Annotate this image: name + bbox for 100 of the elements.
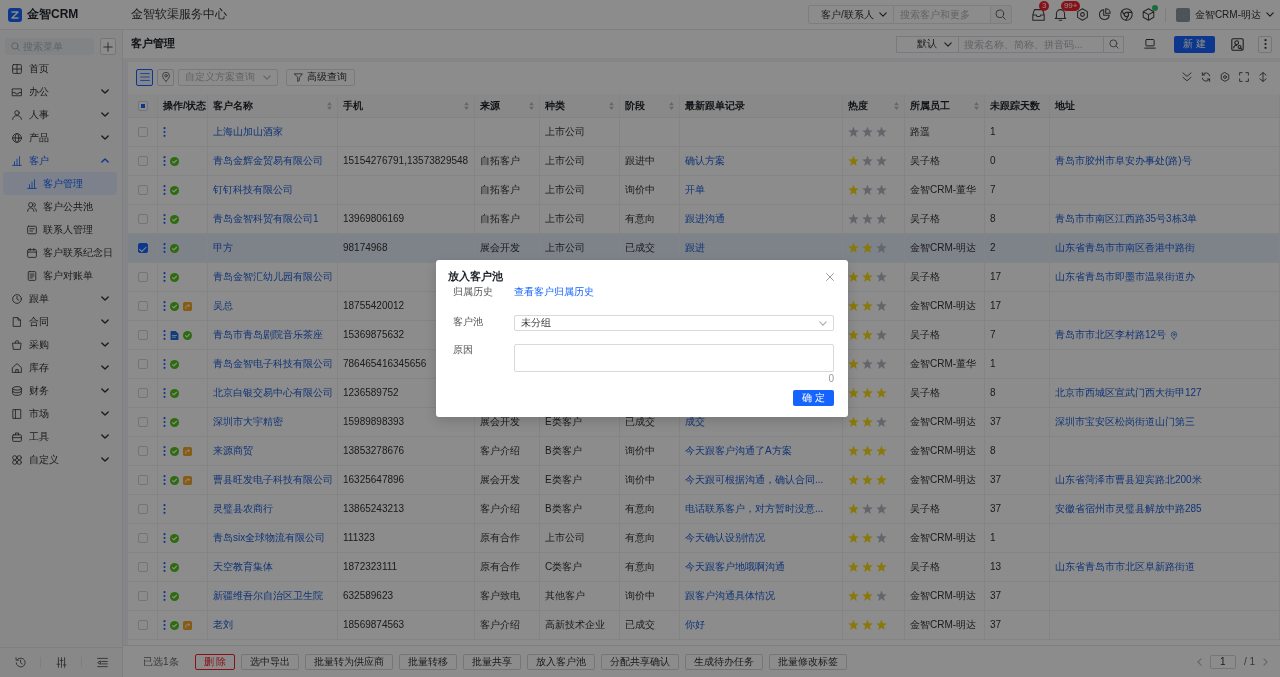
nav-item[interactable]: 采购 <box>0 333 122 356</box>
customer-name-link[interactable]: 新疆维吾尔自治区卫生院 <box>213 590 323 602</box>
customer-name-link[interactable]: 青岛金智电子科技有限公司 <box>213 358 333 370</box>
nav-item[interactable]: 工具 <box>0 425 122 448</box>
cube-icon[interactable] <box>1141 8 1155 21</box>
follow-up-link[interactable]: 确认方案 <box>685 155 725 167</box>
confirm-button[interactable]: 确 定 <box>793 390 834 406</box>
nav-item[interactable]: 客户公共池 <box>3 195 117 218</box>
row-checkbox[interactable] <box>137 243 148 253</box>
address-link[interactable]: 青岛市市北区李村路12号 <box>1055 329 1167 341</box>
nav-item[interactable]: 市场 <box>0 402 122 425</box>
edit-tags-button[interactable]: 批量修改标签 <box>769 653 848 670</box>
address-link[interactable]: 深圳市宝安区松岗街道山门第三 <box>1055 416 1195 428</box>
address-link[interactable]: 青岛市胶州市阜安办事处(路)号 <box>1055 155 1192 167</box>
nav-item[interactable]: 客户联系纪念日 <box>3 241 117 264</box>
customer-name-link[interactable]: 老刘 <box>213 619 233 631</box>
customer-name-link[interactable]: 青岛金智汇幼儿园有限公司 <box>213 271 333 283</box>
chevron-left-icon[interactable] <box>1196 657 1202 666</box>
customer-name-link[interactable]: 青岛six全球物流有限公司 <box>213 532 326 544</box>
more-icon[interactable] <box>163 127 166 137</box>
sliders-icon[interactable] <box>55 657 67 668</box>
more-icon[interactable] <box>163 533 166 543</box>
location-pin-icon[interactable] <box>1170 330 1179 340</box>
avatar-placeholder[interactable] <box>1175 7 1190 22</box>
laptop-icon[interactable] <box>1144 38 1157 50</box>
follow-up-link[interactable]: 今天跟可根据沟通，确认合同... <box>685 474 824 486</box>
more-icon[interactable] <box>163 504 166 514</box>
customer-name-link[interactable]: 北京白银交易中心有限公司 <box>213 387 333 399</box>
chevron-right-icon[interactable] <box>1263 657 1268 666</box>
more-icon[interactable] <box>163 359 166 369</box>
view-select[interactable]: 默认 <box>896 35 959 53</box>
nav-item[interactable]: 跟单 <box>0 287 122 310</box>
nav-item[interactable]: 人事 <box>0 103 122 126</box>
close-icon[interactable] <box>826 273 834 281</box>
move-to-pool-button[interactable]: 放入客户池 <box>527 653 596 670</box>
bell-icon[interactable] <box>1053 8 1067 21</box>
customer-name-link[interactable]: 青岛市青岛剧院音乐茶座 <box>213 329 323 341</box>
aperture-icon[interactable] <box>1119 8 1133 21</box>
address-link[interactable]: 山东省菏泽市曹县迎宾路北200米 <box>1055 474 1202 486</box>
nav-item[interactable]: 办公 <box>0 80 122 103</box>
delete-button[interactable]: 删 除 <box>194 653 236 670</box>
settings-icon[interactable] <box>1075 8 1089 21</box>
add-button[interactable] <box>100 38 116 55</box>
more-icon[interactable] <box>163 243 166 253</box>
page-field[interactable]: 1 <box>1209 654 1236 669</box>
more-icon[interactable] <box>163 156 166 166</box>
address-link[interactable]: 山东省青岛市市南区香港中路街 <box>1055 242 1195 254</box>
list-view-button[interactable] <box>136 68 153 86</box>
select-all-checkbox[interactable] <box>137 100 148 111</box>
more-icon[interactable] <box>163 272 166 282</box>
pool-select[interactable]: 未分组 <box>514 315 834 331</box>
customer-name-link[interactable]: 青岛金辉金贸易有限公司 <box>213 155 323 167</box>
fullscreen-icon[interactable] <box>1239 72 1249 82</box>
address-link[interactable]: 青岛市市南区江西路35号3栋3单 <box>1055 213 1198 225</box>
arrows-vertical-icon[interactable] <box>1258 72 1268 82</box>
chevrons-down-icon[interactable] <box>1182 72 1192 82</box>
customer-name-link[interactable]: 灵璧县农商行 <box>213 503 273 515</box>
address-link[interactable]: 北京市西城区宣武门西大街甲127 <box>1055 387 1202 399</box>
more-icon[interactable] <box>163 330 166 340</box>
nav-item[interactable]: 联系人管理 <box>3 218 117 241</box>
customer-name-link[interactable]: 曹县旺发电子科技有限公司 <box>213 474 333 486</box>
follow-up-link[interactable]: 今天跟客户地哦啊沟通 <box>685 561 785 573</box>
search-button[interactable] <box>989 5 1012 24</box>
table-row[interactable]: 甲方 98174968 展会开发 上市公司 已成交 跟进 金智CRM-明达 2 山东省青岛市市南区香港中路街 <box>128 234 1280 263</box>
nav-item[interactable]: 客户 <box>0 149 122 172</box>
history-icon[interactable] <box>14 657 26 668</box>
follow-up-link[interactable]: 跟进沟通 <box>685 213 725 225</box>
more-icon[interactable] <box>163 562 166 572</box>
nav-item[interactable]: 客户管理 <box>3 172 117 195</box>
follow-up-link[interactable]: 你好 <box>685 619 705 631</box>
follow-up-link[interactable]: 跟进 <box>685 242 705 254</box>
follow-up-link[interactable]: 成交 <box>685 416 705 428</box>
user-search-icon[interactable] <box>1231 37 1244 51</box>
address-link[interactable]: 山东省青岛市市北区阜新路街道 <box>1055 561 1195 573</box>
follow-up-link[interactable]: 开单 <box>685 184 705 196</box>
pie-chart-icon[interactable] <box>1097 8 1111 21</box>
customer-name-link[interactable]: 来源商贸 <box>213 445 253 457</box>
more-icon[interactable] <box>163 446 166 456</box>
more-icon[interactable] <box>163 475 166 485</box>
more-icon[interactable] <box>163 417 166 427</box>
customer-name-link[interactable]: 青岛金智科贸有限公司1 <box>213 213 319 225</box>
follow-up-link[interactable]: 跟客户沟通具体情况 <box>685 590 775 602</box>
refresh-icon[interactable] <box>1201 72 1211 82</box>
more-icon[interactable] <box>163 591 166 601</box>
transfer-button[interactable]: 批量转移 <box>399 653 458 670</box>
customer-name-link[interactable]: 钉钉科技有限公司 <box>213 184 293 196</box>
nav-item[interactable]: 库存 <box>0 356 122 379</box>
more-icon[interactable] <box>163 214 166 224</box>
nav-item[interactable]: 客户对账单 <box>3 264 117 287</box>
user-name[interactable]: 金智CRM-明达 <box>1194 8 1261 21</box>
more-icon[interactable] <box>163 185 166 195</box>
settings-icon[interactable] <box>1220 72 1230 82</box>
menu-fold-icon[interactable] <box>96 657 108 668</box>
share-button[interactable]: 批量共享 <box>463 653 522 670</box>
nav-item[interactable]: 自定义 <box>0 448 122 471</box>
follow-up-link[interactable]: 今天确认设别情况 <box>685 532 765 544</box>
address-link[interactable]: 安徽省宿州市灵璧县解放中路285 <box>1055 503 1202 515</box>
export-button[interactable]: 选中导出 <box>241 653 300 670</box>
customer-name-link[interactable]: 甲方 <box>213 242 233 254</box>
nav-item[interactable]: 产品 <box>0 126 122 149</box>
